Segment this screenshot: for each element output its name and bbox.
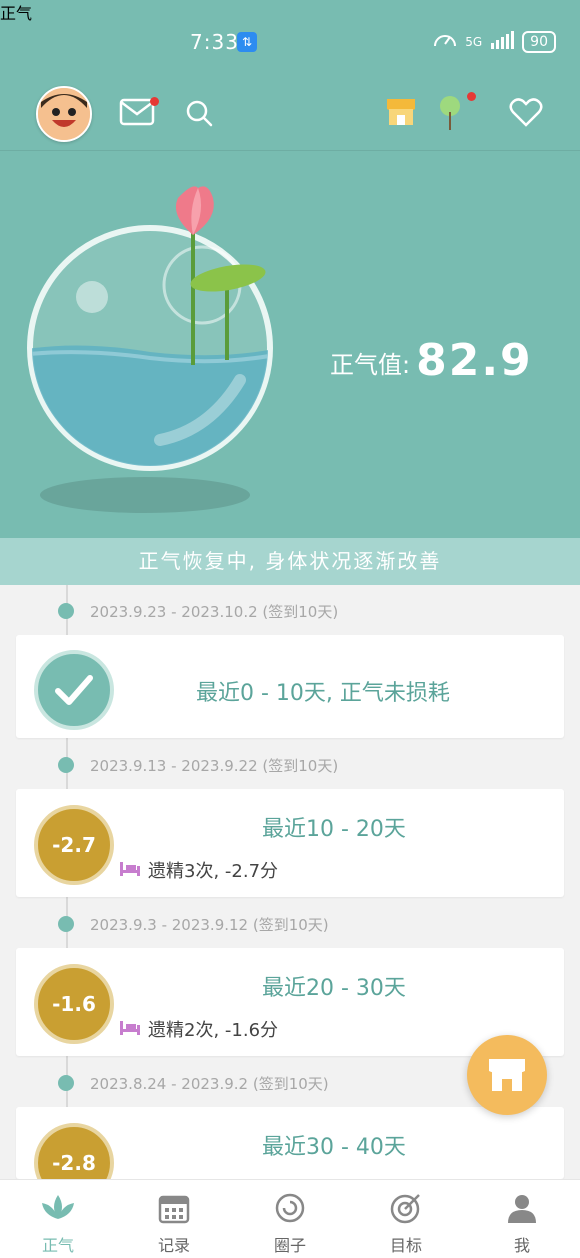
tree-unread-dot <box>467 92 476 101</box>
tab-circle[interactable]: 圈子 <box>232 1180 348 1258</box>
timeline-card[interactable]: -2.7 最近10 - 20天 遗精3次, -2.7分 <box>16 789 564 897</box>
check-icon <box>34 650 114 730</box>
heart-icon[interactable] <box>508 96 544 128</box>
calendar-icon <box>156 1190 192 1226</box>
battery-icon: 90 <box>522 31 556 53</box>
card-detail: 遗精2次, -1.6分 <box>120 1016 278 1042</box>
zhengqi-label: 正气值: <box>330 351 411 379</box>
timeline-card[interactable]: -2.8 最近30 - 40天 <box>16 1107 564 1179</box>
tab-label: 正气 <box>41 1236 74 1255</box>
zhengqi-value-block: 正气值: 82.9 <box>330 335 533 386</box>
search-icon[interactable] <box>182 96 216 130</box>
shop-icon <box>489 1059 525 1091</box>
tab-label: 圈子 <box>273 1236 306 1255</box>
timeline-card[interactable]: 最近0 - 10天, 正气未损耗 <box>16 635 564 738</box>
card-title: 最近20 - 30天 <box>262 976 406 1001</box>
timeline-date: 2023.9.13 - 2023.9.22 (签到10天) <box>90 757 339 775</box>
card-title: 最近10 - 20天 <box>262 817 406 842</box>
score-badge: -1.6 <box>34 964 114 1044</box>
top-section: 7:33 ⇅ 5G 90 正气 正气值: 82.9 <box>0 0 580 585</box>
lotus-icon <box>40 1190 76 1226</box>
tab-zhengqi[interactable]: 正气 <box>0 1180 116 1258</box>
tab-label: 我 <box>513 1236 530 1255</box>
lotus-bowl-illustration <box>20 180 300 520</box>
score-badge: -2.8 <box>34 1123 114 1179</box>
tab-me[interactable]: 我 <box>464 1180 580 1258</box>
timeline-card[interactable]: -1.6 最近20 - 30天 遗精2次, -1.6分 <box>16 948 564 1056</box>
zhengqi-value: 82.9 <box>416 335 533 386</box>
target-icon <box>388 1190 424 1226</box>
timeline-dot <box>58 1075 74 1091</box>
detail-text: 遗精3次, -2.7分 <box>148 861 279 882</box>
card-title: 最近30 - 40天 <box>262 1135 406 1160</box>
user-icon <box>504 1190 540 1226</box>
timeline-dot <box>58 603 74 619</box>
bed-icon <box>120 1019 140 1040</box>
speed-icon <box>433 30 457 54</box>
signal-icon <box>490 31 515 53</box>
shop-fab-button[interactable] <box>467 1035 547 1115</box>
timeline-date: 2023.9.23 - 2023.10.2 (签到10天) <box>90 603 339 621</box>
tree-icon[interactable] <box>436 94 464 132</box>
mail-unread-dot <box>150 97 159 106</box>
circle-icon <box>272 1190 308 1226</box>
tab-label: 目标 <box>389 1236 422 1255</box>
notification-icon: ⇅ <box>237 32 257 52</box>
tab-records[interactable]: 记录 <box>116 1180 232 1258</box>
timeline-date: 2023.8.24 - 2023.9.2 (签到10天) <box>90 1075 329 1093</box>
card-title: 最近0 - 10天, 正气未损耗 <box>196 681 450 706</box>
tab-goals[interactable]: 目标 <box>348 1180 464 1258</box>
timeline-dot <box>58 757 74 773</box>
detail-text: 遗精2次, -1.6分 <box>148 1020 279 1041</box>
timeline-date: 2023.9.3 - 2023.9.12 (签到10天) <box>90 916 329 934</box>
tab-label: 记录 <box>157 1236 190 1255</box>
status-right: 5G 90 <box>433 30 556 54</box>
avatar[interactable] <box>36 86 92 142</box>
bed-icon <box>120 860 140 881</box>
status-time: 7:33 <box>190 30 239 54</box>
status-bar: 7:33 ⇅ 5G 90 <box>0 0 580 80</box>
score-badge: -2.7 <box>34 805 114 885</box>
bottom-tab-bar: 正气 记录 圈子 目标 我 <box>0 1179 580 1258</box>
shop-icon[interactable] <box>384 96 418 128</box>
status-banner: 正气恢复中, 身体状况逐渐改善 <box>0 538 580 585</box>
network-label: 5G <box>465 35 483 49</box>
card-detail: 遗精3次, -2.7分 <box>120 857 278 883</box>
timeline-dot <box>58 916 74 932</box>
